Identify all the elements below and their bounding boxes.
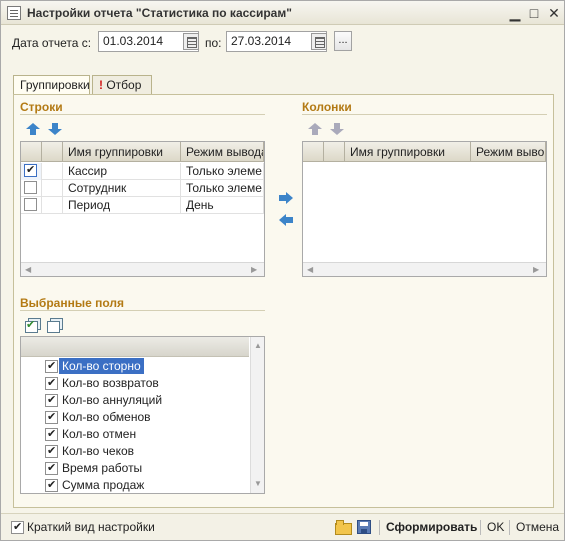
rows-grid: Имя группировки Режим вывода Кассир Толь… [20,141,265,277]
title-bar: Настройки отчета "Статистика по кассирам… [1,1,564,25]
grouping-name: Период [63,197,181,214]
columns-grid: Имя группировки Режим выво... ◀ ▶ [302,141,547,277]
selected-fields-list: ▲ ▼ Кол-во сторно Кол-во возвратов Кол-в… [20,336,265,494]
tab-groupings[interactable]: Группировки [13,75,90,96]
tab-groupings-label: Группировки [20,78,90,92]
maximize-button[interactable]: □ [526,5,542,21]
check-all-icon[interactable]: ✔ [25,318,41,333]
field-checkbox[interactable] [45,393,58,407]
window-title: Настройки отчета "Статистика по кассирам… [27,6,292,20]
table-row[interactable]: Кассир Только элеме... [21,163,264,180]
field-checkbox[interactable] [45,478,58,492]
tab-filter[interactable]: ! Отбор [92,75,152,95]
columns-horizontal-scrollbar[interactable]: ◀ ▶ [303,262,546,276]
output-mode[interactable]: Только элеме... [181,163,264,180]
minimize-button[interactable]: ▁ [507,5,523,21]
field-label: Время работы [62,461,143,475]
row-checkbox[interactable] [24,198,37,211]
check-column-header [21,142,42,162]
columns-divider [302,114,547,115]
footer-separator [379,520,380,535]
scroll-left-icon[interactable]: ◀ [307,265,313,274]
grouping-name: Сотрудник [63,180,181,197]
columns-check-header [303,142,324,162]
rows-grid-header: Имя группировки Режим вывода [21,142,264,162]
fields-list-header [21,337,249,357]
scroll-up-icon[interactable]: ▲ [254,341,262,350]
field-label: Кол-во сторно [59,358,144,374]
move-up-icon[interactable] [26,123,40,135]
row-checkbox[interactable] [24,163,37,177]
table-row[interactable]: Сотрудник Только элеме... [21,180,264,197]
short-view-checkbox[interactable] [11,520,24,534]
date-from-label: Дата отчета с: [12,36,92,50]
fields-divider [20,310,265,311]
field-checkbox[interactable] [45,376,58,390]
table-row[interactable]: Период День [21,197,264,214]
calendar-from-icon[interactable] [183,33,199,50]
field-label: Сумма продаж [62,478,145,492]
grouping-name-header[interactable]: Имя группировки [63,142,181,162]
ok-button[interactable]: OK [487,520,504,534]
scroll-down-icon[interactable]: ▼ [254,479,262,488]
columns-section-title: Колонки [302,100,352,114]
footer-bar: Краткий вид настройки Сформировать OK От… [1,513,564,540]
window-icon [7,6,21,20]
footer-separator [509,520,510,535]
field-checkbox[interactable] [45,359,58,373]
warning-icon: ! [99,78,103,92]
short-view-label[interactable]: Краткий вид настройки [27,520,155,534]
output-mode[interactable]: Только элеме... [181,180,264,197]
move-to-rows-icon[interactable] [279,214,293,226]
output-mode-header[interactable]: Режим вывода [181,142,264,162]
close-button[interactable]: ✕ [546,5,562,21]
field-label: Кол-во обменов [62,410,151,424]
field-label: Кол-во аннуляций [62,393,163,407]
columns-grouping-name-header[interactable]: Имя группировки [345,142,471,162]
tab-filter-label: Отбор [106,78,142,92]
field-checkbox[interactable] [45,410,58,424]
footer-separator [480,520,481,535]
cancel-button[interactable]: Отмена [516,520,559,534]
scroll-left-icon[interactable]: ◀ [25,265,31,274]
settings-window: Настройки отчета "Статистика по кассирам… [0,0,565,541]
move-down-icon[interactable] [48,123,62,135]
rows-section-title: Строки [20,100,63,114]
field-checkbox[interactable] [45,427,58,441]
scroll-right-icon[interactable]: ▶ [251,265,257,274]
columns-grid-header: Имя группировки Режим выво... [303,142,546,162]
icon-column-header [42,142,63,162]
output-mode[interactable]: День [181,197,264,214]
rows-divider [20,114,265,115]
generate-button[interactable]: Сформировать [386,520,477,534]
field-checkbox[interactable] [45,444,58,458]
open-settings-icon[interactable] [335,520,352,535]
grouping-name: Кассир [63,163,181,180]
row-checkbox[interactable] [24,181,37,194]
uncheck-all-icon[interactable] [47,318,63,333]
rows-horizontal-scrollbar[interactable]: ◀ ▶ [21,262,264,276]
calendar-to-icon[interactable] [311,33,327,50]
date-to-label: по: [205,36,222,50]
save-settings-icon[interactable] [357,520,371,534]
field-label: Кол-во чеков [62,444,135,458]
move-to-columns-icon[interactable] [279,192,293,204]
columns-move-down-icon[interactable] [330,123,344,135]
field-checkbox[interactable] [45,461,58,475]
field-label: Кол-во возвратов [62,376,159,390]
columns-move-up-icon[interactable] [308,123,322,135]
columns-icon-header [324,142,345,162]
field-label: Кол-во отмен [62,427,137,441]
scroll-right-icon[interactable]: ▶ [533,265,539,274]
columns-output-mode-header[interactable]: Режим выво... [471,142,546,162]
fields-vertical-scrollbar[interactable]: ▲ ▼ [250,337,264,493]
fields-section-title: Выбранные поля [20,296,124,310]
period-select-button[interactable]: ... [334,31,352,51]
